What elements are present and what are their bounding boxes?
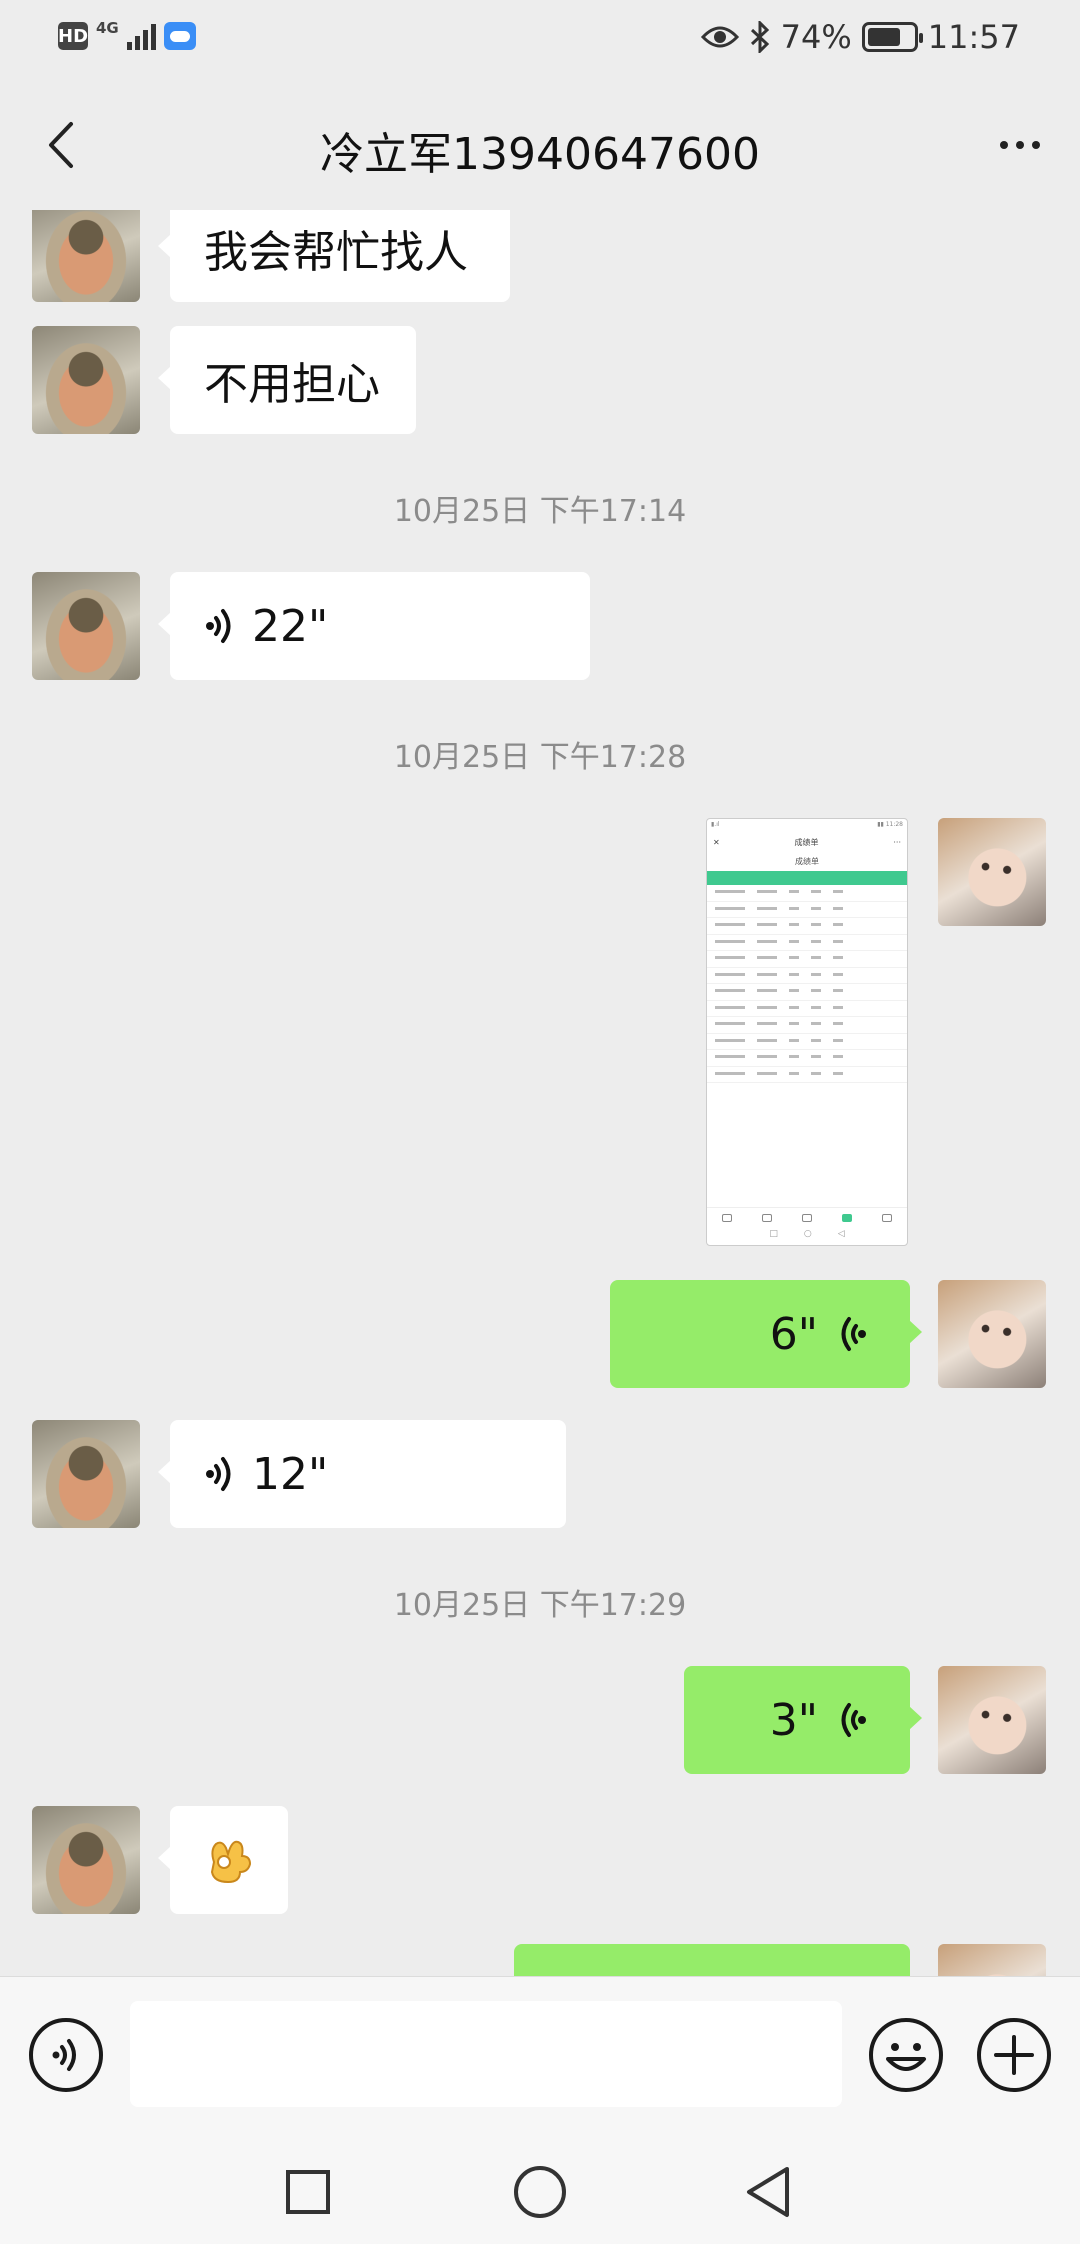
chat-title: 冷立军13940647600: [320, 129, 760, 180]
recent-apps-button[interactable]: [276, 2160, 340, 2224]
voice-wave-icon: [841, 1317, 866, 1351]
my-avatar[interactable]: [938, 1944, 1046, 1976]
message-text: 我会帮忙找人: [204, 227, 468, 278]
clock: 11:57: [927, 18, 1020, 56]
message-timestamp: 10月25日 下午17:29: [393, 1588, 687, 1623]
input-bar: [0, 1976, 1080, 2132]
thumbnail-table-header: [707, 871, 907, 885]
home-button[interactable]: [508, 2160, 572, 2224]
back-button[interactable]: [30, 115, 90, 175]
voice-duration: 12": [252, 1448, 329, 1500]
voice-duration: 22": [252, 600, 329, 652]
ok-hand-emoji-icon: [210, 1840, 252, 1884]
eye-icon: [700, 26, 739, 48]
voice-message-incoming[interactable]: 22": [158, 572, 590, 680]
back-nav-button[interactable]: [736, 2160, 800, 2224]
close-icon: ✕: [713, 837, 720, 847]
voice-duration: 3": [769, 1694, 818, 1746]
contact-avatar[interactable]: [32, 1420, 140, 1528]
image-message-outgoing[interactable]: ▮.ıl ▮▮ 11:28 ✕ 成绩单 ··· 成绩单 □ ○ ◁: [706, 818, 908, 1246]
voice-wave-icon: [841, 1703, 866, 1737]
chat-header: 冷立军13940647600: [0, 80, 1080, 210]
status-bar: HD 4G 74% 11:57: [0, 0, 1080, 80]
emoji-button[interactable]: [868, 2017, 944, 2093]
voice-message-incoming[interactable]: 12": [158, 1420, 566, 1528]
chevron-left-icon: [49, 122, 73, 168]
voice-wave-icon: [206, 609, 231, 643]
contact-avatar[interactable]: [32, 572, 140, 680]
chat-message-list[interactable]: 我会帮忙找人 不用担心 10月25日 下午17:14 22" 10月25日 下午…: [0, 210, 1080, 1976]
my-avatar[interactable]: [938, 1280, 1046, 1388]
my-avatar[interactable]: [938, 1666, 1046, 1774]
more-button[interactable]: [990, 120, 1050, 170]
battery-icon: [861, 22, 923, 52]
voice-message-outgoing[interactable]: 6": [610, 1280, 922, 1388]
network-type: 4G: [96, 18, 119, 37]
more-dots-icon: [1000, 141, 1008, 149]
contact-avatar[interactable]: [32, 210, 140, 302]
my-avatar[interactable]: [938, 818, 1046, 926]
voice-wave-icon: [206, 1457, 231, 1491]
contact-avatar[interactable]: [32, 326, 140, 434]
cloud-icon: [163, 22, 196, 50]
thumbnail-subtitle: 成绩单: [795, 857, 819, 866]
voice-mode-button[interactable]: [28, 2017, 104, 2093]
text-message-incoming[interactable]: 不用担心: [158, 326, 416, 434]
thumbnail-title: 成绩单: [794, 837, 819, 847]
bluetooth-icon: [750, 21, 769, 53]
message-outgoing-partial[interactable]: [514, 1944, 910, 1976]
message-input[interactable]: [130, 2001, 842, 2107]
emoji-message-incoming[interactable]: [158, 1806, 288, 1914]
voice-message-outgoing[interactable]: 3": [684, 1666, 922, 1774]
battery-percent: 74%: [780, 18, 852, 56]
message-text: 不用担心: [204, 359, 380, 410]
text-message-incoming[interactable]: 我会帮忙找人: [158, 210, 510, 302]
plus-button[interactable]: [976, 2017, 1052, 2093]
contact-avatar[interactable]: [32, 1806, 140, 1914]
system-nav-bar: [0, 2132, 1080, 2244]
triangle-back-icon: [747, 2167, 789, 2217]
message-timestamp: 10月25日 下午17:28: [393, 740, 687, 775]
square-recent-icon: [286, 2170, 330, 2214]
signal-icon: [126, 22, 156, 50]
circle-home-icon: [514, 2166, 566, 2218]
hd-badge: HD: [58, 22, 88, 50]
message-timestamp: 10月25日 下午17:14: [393, 494, 687, 529]
voice-duration: 6": [769, 1308, 818, 1360]
